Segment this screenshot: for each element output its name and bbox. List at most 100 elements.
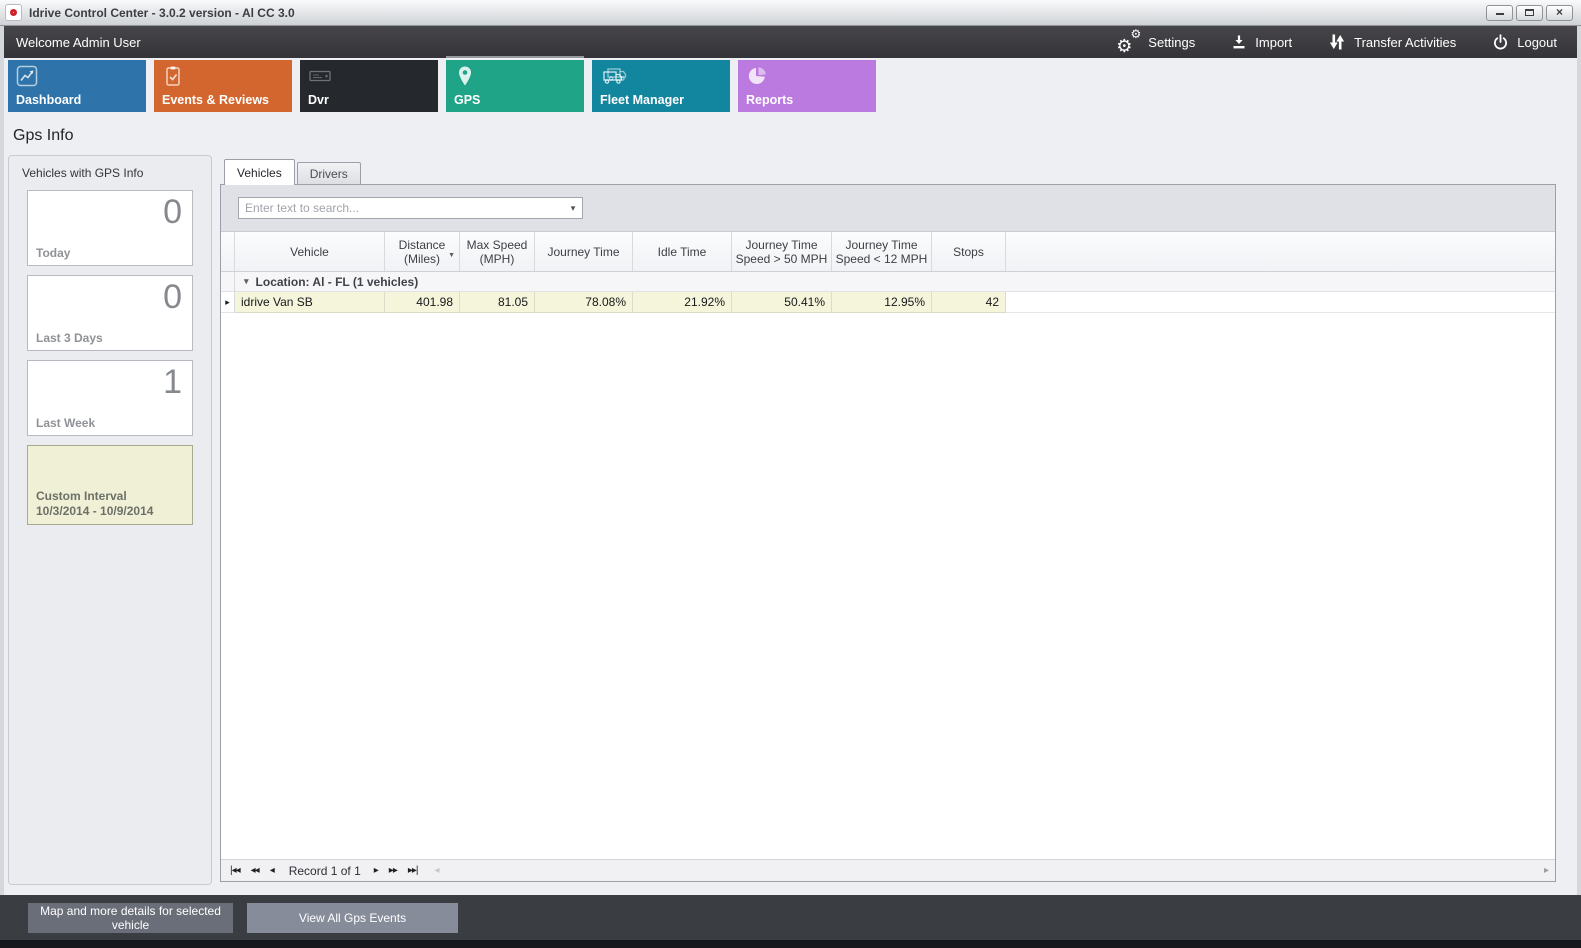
sort-arrow-icon[interactable]: ▼ <box>448 249 455 263</box>
tile-fleet-manager[interactable]: Fleet Manager <box>592 60 730 112</box>
prev-record-button[interactable]: ◂ <box>270 866 274 876</box>
record-status: Record 1 of 1 <box>289 864 361 878</box>
cell-journey-over-50: 50.41% <box>732 292 832 313</box>
card-last-week[interactable]: 1 Last Week <box>27 360 193 436</box>
row-indicator-cell <box>221 272 235 292</box>
sidebar-header: Vehicles with GPS Info <box>9 163 211 190</box>
minimize-icon <box>1496 8 1504 15</box>
tab-drivers[interactable]: Drivers <box>297 162 361 184</box>
trucks-icon <box>600 65 628 87</box>
header-text: Max Speed <box>467 238 528 252</box>
scroll-left-icon[interactable]: ◂ <box>434 865 439 876</box>
close-button[interactable]: × <box>1546 5 1573 21</box>
main-area: Vehicles Drivers ▾ Vehicle <box>220 157 1556 882</box>
search-input[interactable] <box>239 201 564 215</box>
import-button[interactable]: Import <box>1231 34 1292 50</box>
column-header-max-speed[interactable]: Max Speed (MPH) <box>460 232 535 271</box>
group-row-location[interactable]: ▾ Location: Al - FL (1 vehicles) <box>221 272 1555 292</box>
column-header-journey-time[interactable]: Journey Time <box>535 232 633 271</box>
group-row-body: ▾ Location: Al - FL (1 vehicles) <box>235 272 1555 292</box>
content-area: Vehicles with GPS Info 0 Today 0 Last 3 … <box>4 155 1577 895</box>
column-header-journey-under-12[interactable]: Journey Time Speed < 12 MPH <box>832 232 932 271</box>
header-text: (Miles) <box>404 252 440 266</box>
tile-label: Events & Reviews <box>162 93 269 107</box>
tile-reports[interactable]: Reports <box>738 60 876 112</box>
import-icon <box>1231 34 1247 50</box>
tile-events-reviews[interactable]: Events & Reviews <box>154 60 292 112</box>
tab-vehicles[interactable]: Vehicles <box>224 159 295 185</box>
card-label: Today <box>28 246 192 265</box>
cell-idle-time: 21.92% <box>633 292 732 313</box>
header-text: Idle Time <box>658 245 707 259</box>
tile-gps[interactable]: GPS <box>446 60 584 112</box>
card-today[interactable]: 0 Today <box>27 190 193 266</box>
header-text: Journey Time <box>845 238 917 252</box>
header-text: Journey Time <box>547 245 619 259</box>
minimize-button[interactable] <box>1486 5 1513 21</box>
tile-label: Dvr <box>308 93 329 107</box>
next-record-button[interactable]: ▸ <box>374 866 378 876</box>
settings-button[interactable]: ⚙⚙ Settings <box>1116 32 1195 52</box>
grid-empty-area <box>221 313 1555 859</box>
map-pin-icon <box>454 65 476 87</box>
bottom-edge <box>0 940 1581 948</box>
collapse-group-icon[interactable]: ▾ <box>244 276 249 287</box>
logout-button[interactable]: Logout <box>1492 34 1557 51</box>
transfer-icon <box>1328 33 1346 51</box>
card-last-3-days[interactable]: 0 Last 3 Days <box>27 275 193 351</box>
card-value: 1 <box>28 361 192 400</box>
header-text: Journey Time <box>745 238 817 252</box>
footer-bar: Map and more details for selected vehicl… <box>0 895 1581 940</box>
header-text: (MPH) <box>480 252 515 266</box>
header-text: Vehicle <box>290 245 329 259</box>
row-marker-icon: ▸ <box>225 297 230 308</box>
horizontal-scrollbar[interactable]: ◂ ▸ <box>428 865 1555 876</box>
title-bar: Idrive Control Center - 3.0.2 version - … <box>0 0 1581 26</box>
app-icon <box>5 4 22 21</box>
column-header-vehicle[interactable]: Vehicle <box>235 232 385 271</box>
maximize-icon <box>1525 9 1534 16</box>
search-strip: ▾ <box>221 185 1555 232</box>
group-row-label: Location: Al - FL (1 vehicles) <box>256 275 419 289</box>
page-title: Gps Info <box>4 114 1577 155</box>
next-page-button[interactable]: ▸▸ <box>389 866 397 876</box>
tile-dashboard[interactable]: Dashboard <box>8 60 146 112</box>
column-header-idle-time[interactable]: Idle Time <box>633 232 732 271</box>
card-value <box>28 446 192 449</box>
window-title: Idrive Control Center - 3.0.2 version - … <box>29 6 295 20</box>
toolbar-actions: ⚙⚙ Settings Import Transfer Activities <box>1116 32 1557 52</box>
top-toolbar: Welcome Admin User ⚙⚙ Settings Import <box>4 26 1577 58</box>
import-label: Import <box>1255 35 1292 50</box>
card-custom-interval[interactable]: Custom Interval 10/3/2014 - 10/9/2014 <box>27 445 193 525</box>
search-combobox: ▾ <box>238 197 583 219</box>
tile-label: Fleet Manager <box>600 93 684 107</box>
scroll-right-icon[interactable]: ▸ <box>1544 865 1549 876</box>
column-header-distance[interactable]: Distance (Miles) ▼ <box>385 232 460 271</box>
first-record-button[interactable]: |◂◂ <box>230 866 240 876</box>
transfer-activities-button[interactable]: Transfer Activities <box>1328 33 1456 51</box>
row-filler <box>1006 292 1555 313</box>
table-row-vehicle[interactable]: ▸ idrive Van SB 401.98 81.05 78.08% 21.9… <box>221 292 1555 313</box>
tab-bar: Vehicles Drivers <box>220 157 1556 184</box>
vehicles-tab-panel: ▾ Vehicle Distance (Miles) ▼ Ma <box>220 184 1556 882</box>
tile-dvr[interactable]: Dvr <box>300 60 438 112</box>
header-filler <box>1006 232 1555 271</box>
tile-label: Dashboard <box>16 93 81 107</box>
power-icon <box>1492 34 1509 51</box>
maximize-button[interactable] <box>1516 5 1543 21</box>
grid-header-row: Vehicle Distance (Miles) ▼ Max Speed (MP… <box>221 232 1555 272</box>
header-text: Distance <box>399 238 446 252</box>
combo-dropdown-icon[interactable]: ▾ <box>564 203 582 214</box>
row-indicator-header <box>221 232 235 271</box>
settings-label: Settings <box>1148 35 1195 50</box>
prev-page-button[interactable]: ◂◂ <box>251 866 259 876</box>
cell-max-speed: 81.05 <box>460 292 535 313</box>
map-details-button[interactable]: Map and more details for selected vehicl… <box>28 903 233 933</box>
column-header-journey-over-50[interactable]: Journey Time Speed > 50 MPH <box>732 232 832 271</box>
column-header-stops[interactable]: Stops <box>932 232 1006 271</box>
clipboard-check-icon <box>162 65 184 87</box>
view-all-gps-events-button[interactable]: View All Gps Events <box>247 903 458 933</box>
tile-label: Reports <box>746 93 793 107</box>
pager-bar: |◂◂ ◂◂ ◂ Record 1 of 1 ▸ ▸▸ ▸▸| ◂ ▸ <box>221 859 1555 881</box>
last-record-button[interactable]: ▸▸| <box>408 866 418 876</box>
